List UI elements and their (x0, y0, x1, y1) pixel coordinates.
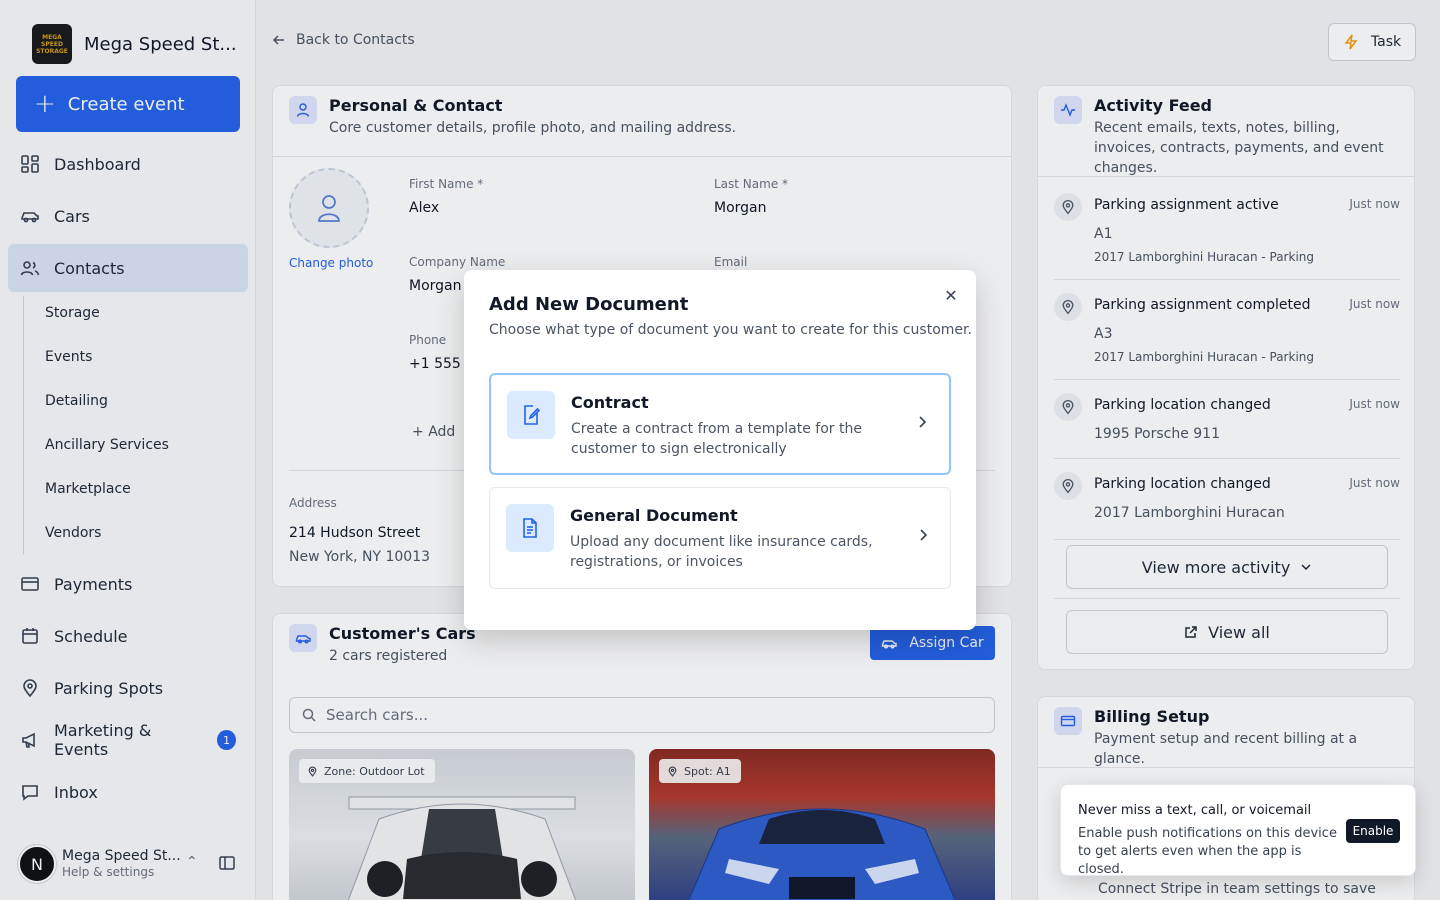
toast-body: Enable push notifications on this device… (1078, 826, 1337, 877)
document-icon (506, 504, 554, 552)
general-document-option[interactable]: General Document Upload any document lik… (489, 487, 951, 589)
option-title: Contract (571, 393, 649, 412)
option-description: Upload any document like insurance cards… (570, 534, 873, 570)
chevron-right-icon (919, 416, 927, 428)
option-title: General Document (570, 506, 738, 525)
contract-option[interactable]: Contract Create a contract from a templa… (489, 373, 951, 475)
contract-edit-icon (507, 391, 555, 439)
push-notification-toast: Never miss a text, call, or voicemail En… (1060, 784, 1416, 877)
enable-notifications-button[interactable]: Enable (1346, 819, 1400, 843)
add-document-modal: Add New Document Choose what type of doc… (464, 270, 976, 630)
chevron-right-icon (920, 529, 928, 541)
toast-title: Never miss a text, call, or voicemail (1078, 803, 1312, 818)
option-description: Create a contract from a template for th… (571, 421, 862, 457)
modal-title: Add New Document (489, 294, 689, 315)
modal-subtitle: Choose what type of document you want to… (489, 322, 972, 338)
close-icon[interactable]: ✕ (942, 286, 960, 305)
